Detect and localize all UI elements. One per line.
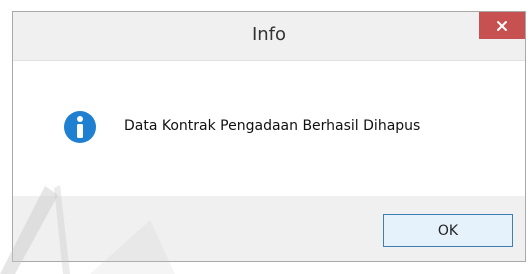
- dialog-title: Info: [251, 24, 287, 45]
- dialog-footer: OK: [13, 196, 525, 261]
- info-dialog: Info Data Kontrak Pengadaan Berhasil Dih…: [12, 11, 526, 262]
- close-icon: [497, 20, 507, 31]
- dialog-titlebar[interactable]: Info: [13, 12, 525, 61]
- ok-button[interactable]: OK: [383, 214, 513, 247]
- close-button[interactable]: [479, 12, 525, 39]
- screenshot-canvas: Info Data Kontrak Pengadaan Berhasil Dih…: [0, 0, 530, 274]
- information-icon: [64, 111, 96, 143]
- message-text: Data Kontrak Pengadaan Berhasil Dihapus: [124, 118, 421, 134]
- dialog-content: Data Kontrak Pengadaan Berhasil Dihapus: [13, 61, 525, 196]
